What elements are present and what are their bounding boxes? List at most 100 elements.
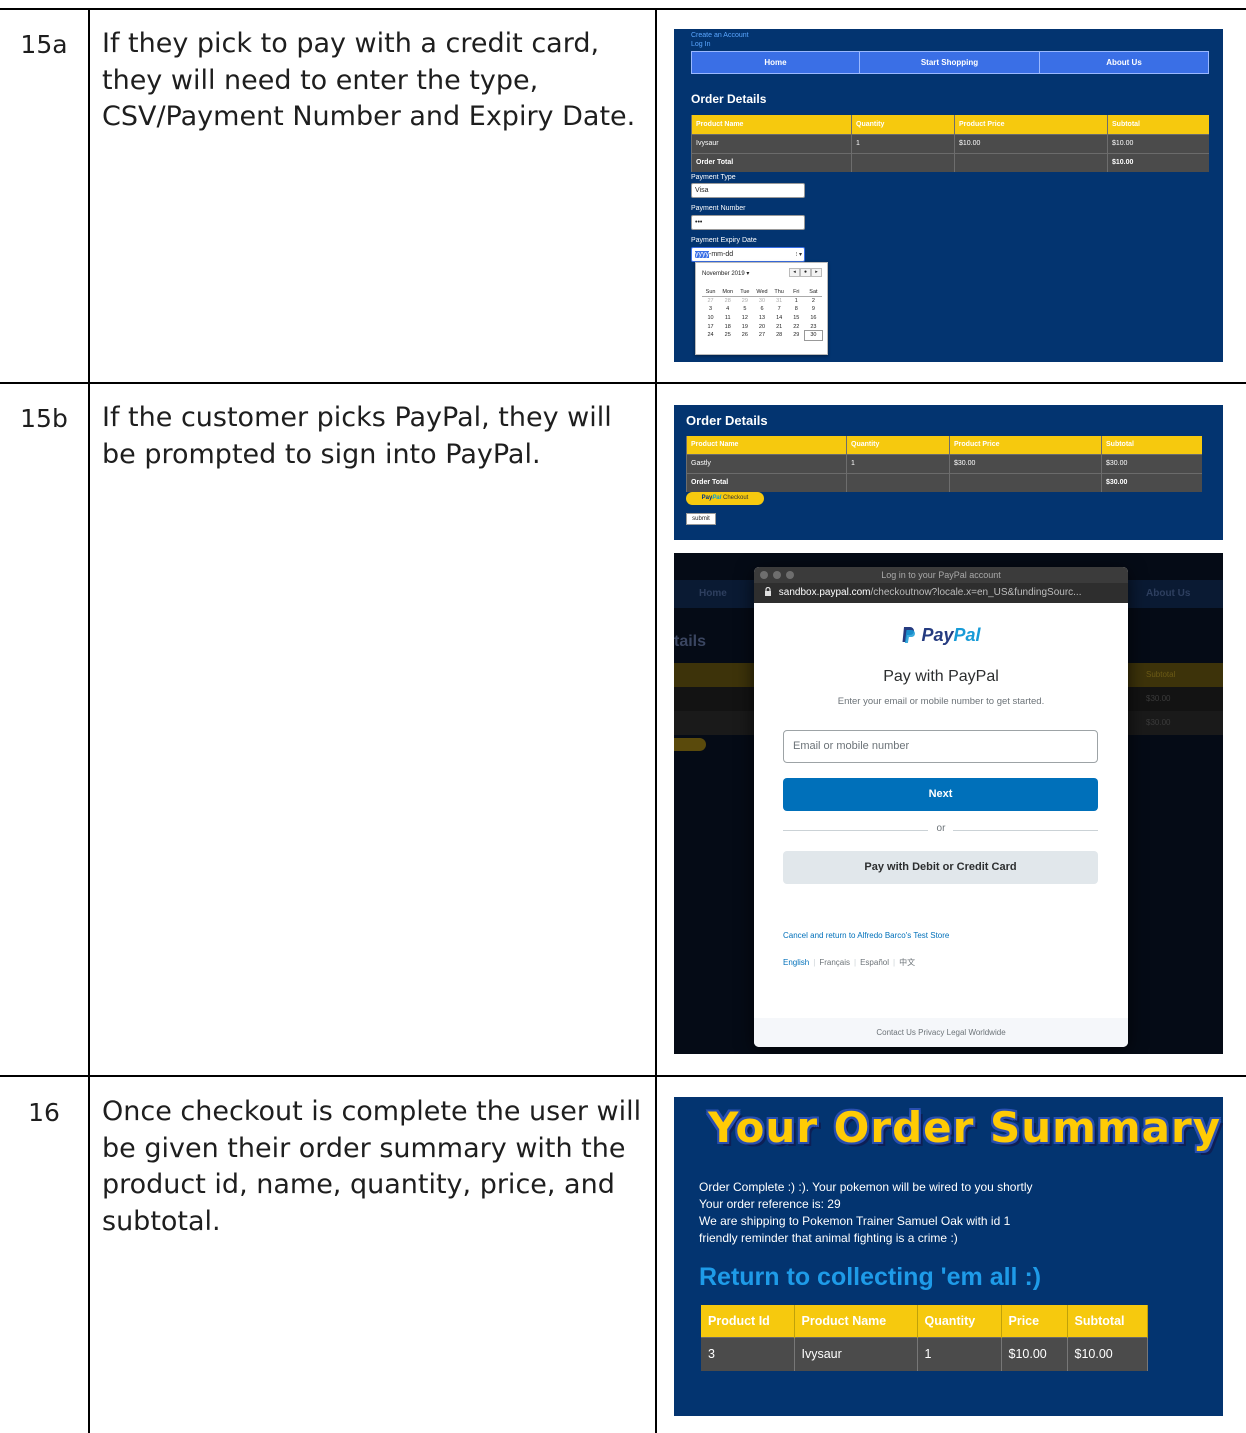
calendar-day[interactable]: 9 — [805, 305, 822, 314]
maximize-icon[interactable] — [786, 571, 794, 579]
footer-worldwide-link[interactable]: Worldwide — [968, 1028, 1005, 1037]
next-month-icon[interactable]: ▸ — [811, 268, 822, 277]
calendar-day[interactable]: 26 — [736, 331, 753, 340]
calendar-day[interactable]: 4 — [719, 305, 736, 314]
screenshot-paypal-login: Home About Us tails Subtotal $30.00 $30.… — [674, 553, 1223, 1054]
calendar-day[interactable]: 30 — [753, 297, 770, 306]
calendar-day[interactable]: 31 — [771, 297, 788, 306]
calendar-day[interactable]: 27 — [753, 331, 770, 340]
lang-spanish[interactable]: Español — [860, 958, 889, 967]
calendar-day[interactable]: 14 — [771, 314, 788, 323]
calendar-day[interactable]: 8 — [788, 305, 805, 314]
screenshot-order-summary: Your Order Summary Order Complete :) :).… — [674, 1097, 1223, 1416]
cancel-return-link[interactable]: Cancel and return to Alfredo Barco's Tes… — [783, 931, 949, 940]
calendar-day[interactable]: 11 — [719, 314, 736, 323]
weekday-header: Wed — [753, 288, 771, 298]
lang-chinese[interactable]: 中文 — [899, 958, 915, 967]
date-year-segment[interactable]: yyyy — [695, 251, 709, 258]
submit-button[interactable]: submit — [686, 513, 716, 525]
calendar-day[interactable]: 30 — [803, 330, 824, 341]
footer-legal-link[interactable]: Legal — [947, 1028, 967, 1037]
calendar-day[interactable]: 29 — [736, 297, 753, 306]
calendar-day[interactable]: 21 — [771, 322, 788, 331]
lang-english[interactable]: English — [783, 958, 809, 967]
payment-number-label: Payment Number — [691, 205, 746, 212]
expiry-date-input[interactable]: yyyy-mm-dd ⁝ ▾ — [691, 247, 805, 262]
minimize-icon[interactable] — [773, 571, 781, 579]
step-description: If they pick to pay with a credit card, … — [102, 28, 636, 132]
step-number: 15b — [20, 404, 68, 433]
table-row: Ivysaur 1 $10.00 $10.00 — [691, 133, 1209, 153]
calendar-day[interactable]: 18 — [719, 322, 736, 331]
column-header: Product Name — [686, 436, 847, 454]
spinner-icon[interactable]: ⁝ ▾ — [782, 249, 802, 260]
calendar-day[interactable]: 3 — [702, 305, 719, 314]
address-bar[interactable]: sandbox.paypal.com/checkoutnow?locale.x=… — [754, 583, 1128, 603]
nav-home[interactable]: Home — [692, 52, 860, 73]
calendar-day[interactable]: 24 — [702, 331, 719, 340]
today-icon[interactable]: ● — [800, 268, 811, 277]
column-header: Price — [1001, 1305, 1068, 1337]
calendar-day[interactable]: 28 — [719, 297, 736, 306]
expiry-date-label: Payment Expiry Date — [691, 237, 757, 244]
column-header: Product Price — [954, 115, 1108, 134]
calendar-day[interactable]: 2 — [805, 297, 822, 306]
order-details-title: Order Details — [691, 92, 767, 106]
column-header: Subtotal — [1107, 115, 1209, 134]
email-input[interactable]: Email or mobile number — [783, 730, 1098, 763]
payment-type-label: Payment Type — [691, 174, 736, 181]
column-header: Product Name — [794, 1305, 918, 1337]
column-header: Product Name — [691, 115, 852, 134]
create-account-link[interactable]: Create an Account — [691, 32, 749, 39]
summary-line: We are shipping to Pokemon Trainer Samue… — [699, 1214, 1011, 1228]
footer-privacy-link[interactable]: Privacy — [918, 1028, 944, 1037]
calendar-day[interactable]: 7 — [771, 305, 788, 314]
nav-bar: Home Start Shopping About Us — [691, 51, 1209, 74]
column-header: Product Price — [949, 436, 1102, 454]
calendar-day[interactable]: 25 — [719, 331, 736, 340]
calendar-day[interactable]: 13 — [753, 314, 770, 323]
payment-type-input[interactable]: Visa — [691, 183, 805, 198]
footer-contact-link[interactable]: Contact Us — [876, 1028, 916, 1037]
paypal-checkout-button[interactable]: PayPal Checkout — [686, 492, 764, 505]
calendar-day[interactable]: 19 — [736, 322, 753, 331]
column-header: Product Id — [701, 1305, 795, 1337]
paypal-login-window: Log in to your PayPal account sandbox.pa… — [754, 567, 1128, 1047]
weekday-header: Tue — [736, 288, 754, 298]
nav-about-us[interactable]: About Us — [1040, 52, 1208, 73]
calendar-day[interactable]: 27 — [702, 297, 719, 306]
calendar-day[interactable]: 16 — [805, 314, 822, 323]
summary-line: friendly reminder that animal fighting i… — [699, 1231, 958, 1245]
calendar-day[interactable]: 23 — [805, 322, 822, 331]
column-header: Quantity — [917, 1305, 1002, 1337]
calendar-day[interactable]: 1 — [788, 297, 805, 306]
calendar-day[interactable]: 20 — [753, 322, 770, 331]
calendar-day[interactable]: 5 — [736, 305, 753, 314]
calendar-day[interactable]: 6 — [753, 305, 770, 314]
calendar-month-select[interactable]: November 2019 ▾ — [702, 270, 749, 277]
table-column-divider — [88, 8, 90, 1433]
payment-number-input[interactable]: ••• — [691, 215, 805, 230]
calendar-day[interactable]: 10 — [702, 314, 719, 323]
calendar-day[interactable]: 22 — [788, 322, 805, 331]
close-icon[interactable] — [760, 571, 768, 579]
return-to-collecting-link[interactable]: Return to collecting 'em all :) — [699, 1263, 1041, 1292]
screenshot-credit-card-form: Create an Account Log In Home Start Shop… — [674, 29, 1223, 362]
calendar-grid: Sun Mon Tue Wed Thu Fri Sat 27 28 29 30 31 1 2 3 4 5 6 7 8 9… — [702, 288, 824, 341]
lang-french[interactable]: Français — [819, 958, 850, 967]
login-link[interactable]: Log In — [691, 41, 710, 48]
lock-icon — [764, 586, 779, 598]
calendar-day[interactable]: 12 — [736, 314, 753, 323]
calendar-day[interactable]: 28 — [771, 331, 788, 340]
pay-with-card-button[interactable]: Pay with Debit or Credit Card — [783, 851, 1098, 884]
nav-start-shopping[interactable]: Start Shopping — [860, 52, 1040, 73]
calendar-day[interactable]: 15 — [788, 314, 805, 323]
table-row: 3 Ivysaur 1 $10.00 $10.00 — [701, 1336, 1148, 1371]
paypal-heading: Pay with PayPal — [883, 668, 999, 685]
calendar-day[interactable]: 29 — [788, 331, 805, 340]
table-column-divider — [655, 8, 657, 1433]
step-description: If the customer picks PayPal, they will … — [102, 402, 612, 470]
next-button[interactable]: Next — [783, 778, 1098, 811]
prev-month-icon[interactable]: ◂ — [789, 268, 800, 277]
calendar-day[interactable]: 17 — [702, 322, 719, 331]
